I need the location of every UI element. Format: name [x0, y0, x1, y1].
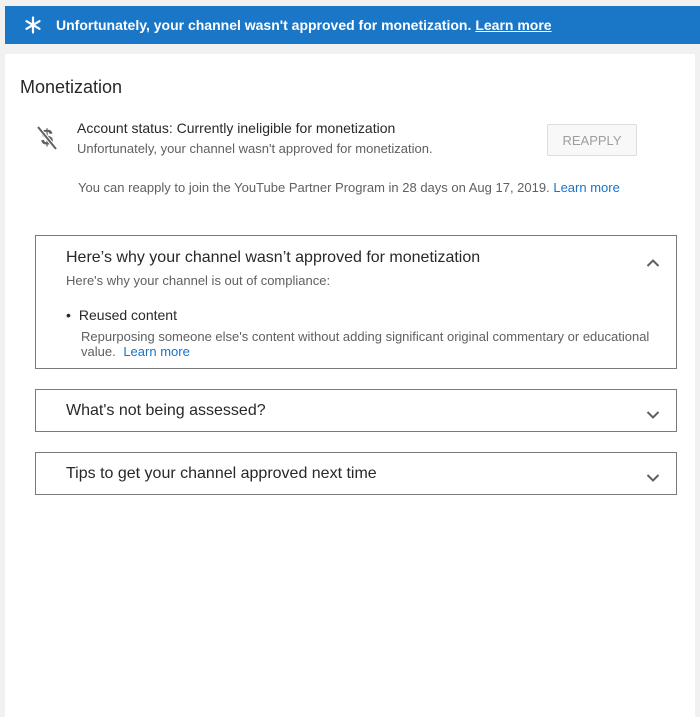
reapply-learn-more-link[interactable]: Learn more: [553, 180, 619, 195]
panel-subtitle: Here's why your channel is out of compli…: [66, 273, 331, 288]
reapply-note: You can reapply to join the YouTube Part…: [78, 180, 620, 195]
dollar-off-icon: $: [35, 124, 59, 152]
reason-description: Repurposing someone else's content witho…: [81, 329, 671, 359]
account-status-subtitle: Unfortunately, your channel wasn't appro…: [77, 141, 433, 156]
reason-learn-more-link[interactable]: Learn more: [123, 344, 189, 359]
banner-learn-more-link[interactable]: Learn more: [475, 17, 551, 33]
monetization-card: Monetization $ Account status: Currently…: [5, 54, 695, 717]
panel-title[interactable]: Here’s why your channel wasn’t approved …: [66, 249, 480, 267]
page-title: Monetization: [20, 77, 123, 97]
chevron-up-icon[interactable]: [646, 255, 660, 267]
not-approved-reasons-panel: Here’s why your channel wasn’t approved …: [35, 235, 677, 369]
banner-message: Unfortunately, your channel wasn't appro…: [56, 17, 472, 33]
panel-title[interactable]: What's not being assessed?: [66, 402, 266, 420]
panel-title[interactable]: Tips to get your channel approved next t…: [66, 465, 377, 483]
reason-item: Reused content: [66, 307, 177, 323]
reapply-note-text: You can reapply to join the YouTube Part…: [78, 180, 550, 195]
asterisk-icon: [22, 14, 44, 36]
approval-tips-panel[interactable]: Tips to get your channel approved next t…: [35, 452, 677, 495]
reapply-button[interactable]: REAPPLY: [547, 124, 637, 156]
not-assessed-panel[interactable]: What's not being assessed?: [35, 389, 677, 432]
chevron-down-icon[interactable]: [646, 470, 660, 482]
account-status-title: Account status: Currently ineligible for…: [77, 120, 396, 136]
chevron-down-icon[interactable]: [646, 407, 660, 419]
notification-banner: Unfortunately, your channel wasn't appro…: [5, 6, 700, 44]
